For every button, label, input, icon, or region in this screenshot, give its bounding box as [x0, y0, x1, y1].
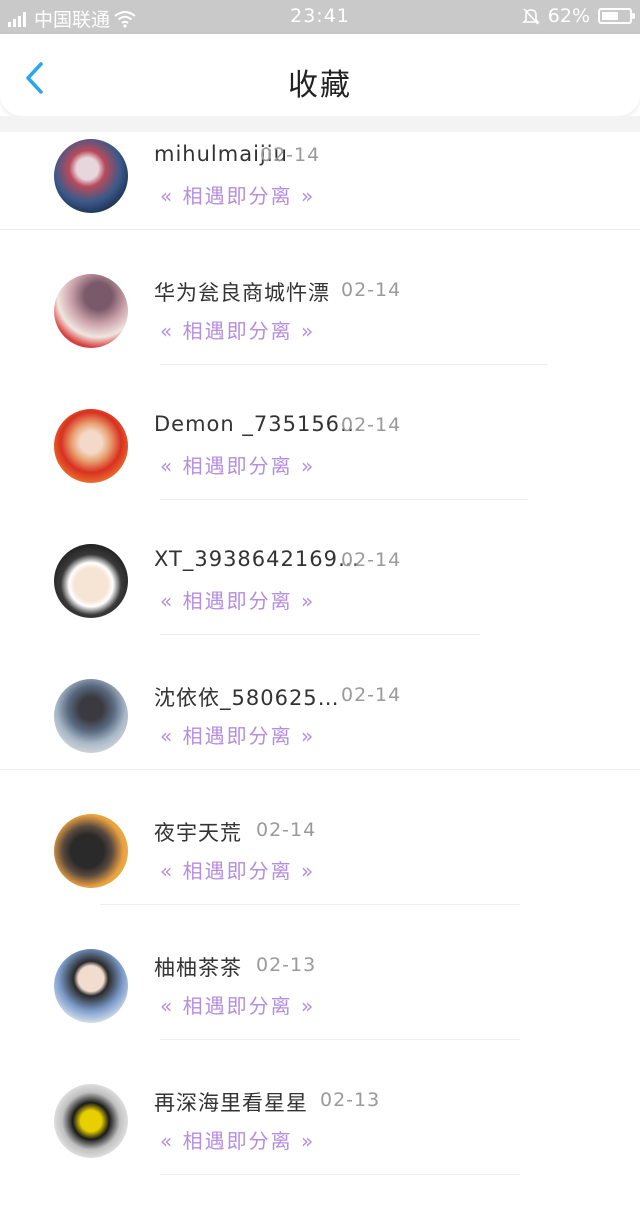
item-subtitle: « 相遇即分离 »: [160, 454, 316, 478]
item-date: 02-13: [320, 1089, 381, 1111]
favorite-list-item[interactable]: mihulmaijiu 02-14 « 相遇即分离 »: [0, 132, 640, 267]
user-name: 柚柚茶茶: [154, 956, 242, 980]
avatar[interactable]: [54, 544, 128, 618]
item-date: 02-14: [341, 279, 402, 301]
favorite-list-item[interactable]: 华为瓮良商城忤漂 02-14 « 相遇即分离 »: [0, 267, 640, 402]
favorite-list-item[interactable]: 再深海里看星星 02-13 « 相遇即分离 »: [0, 1077, 640, 1212]
item-subtitle: « 相遇即分离 »: [160, 994, 316, 1018]
avatar[interactable]: [54, 679, 128, 753]
item-date: 02-14: [341, 549, 402, 571]
battery-icon: [598, 8, 635, 24]
item-date: 02-14: [341, 684, 402, 706]
avatar[interactable]: [54, 814, 128, 888]
row-divider: [160, 364, 548, 365]
row-divider: [160, 499, 528, 500]
user-name: 华为瓮良商城忤漂: [154, 281, 330, 305]
mute-bell-icon: [521, 8, 540, 25]
item-subtitle: « 相遇即分离 »: [160, 589, 316, 613]
avatar[interactable]: [54, 1084, 128, 1158]
avatar[interactable]: [54, 409, 128, 483]
header-gap: [0, 116, 640, 132]
row-divider: [0, 229, 640, 230]
item-date: 02-14: [260, 144, 321, 166]
item-date: 02-13: [256, 954, 317, 976]
favorite-list-item[interactable]: Demon _735156… 02-14 « 相遇即分离 »: [0, 402, 640, 537]
favorite-list-item[interactable]: 夜宇天荒 02-14 « 相遇即分离 »: [0, 807, 640, 942]
favorite-list-item[interactable]: XT_3938642169… 02-14 « 相遇即分离 »: [0, 537, 640, 672]
favorite-list-item[interactable]: 沈依依_580625… 02-14 « 相遇即分离 »: [0, 672, 640, 807]
user-name: 夜宇天荒: [154, 821, 242, 845]
avatar[interactable]: [54, 274, 128, 348]
row-divider: [160, 1039, 520, 1040]
status-bar: 中国联通 23:41 62%: [0, 0, 640, 34]
row-divider: [160, 1174, 520, 1175]
avatar[interactable]: [54, 949, 128, 1023]
item-subtitle: « 相遇即分离 »: [160, 319, 316, 343]
item-subtitle: « 相遇即分离 »: [160, 859, 316, 883]
item-subtitle: « 相遇即分离 »: [160, 724, 316, 748]
battery-percent: 62%: [547, 5, 590, 27]
row-divider: [160, 634, 480, 635]
item-subtitle: « 相遇即分离 »: [160, 1129, 316, 1153]
page-title: 收藏: [288, 68, 352, 103]
item-date: 02-14: [256, 819, 317, 841]
row-divider: [100, 904, 520, 905]
header-bar: 收藏: [0, 34, 640, 116]
item-subtitle: « 相遇即分离 »: [160, 184, 316, 208]
favorites-list: mihulmaijiu 02-14 « 相遇即分离 » 华为瓮良商城忤漂 02-14 « …: [0, 132, 640, 1212]
favorite-list-item[interactable]: 柚柚茶茶 02-13 « 相遇即分离 »: [0, 942, 640, 1077]
item-date: 02-14: [341, 414, 402, 436]
user-name: XT_3938642169…: [154, 547, 360, 571]
status-right: 62%: [521, 5, 635, 27]
user-name: 沈依依_580625…: [154, 686, 340, 710]
row-divider: [0, 769, 640, 770]
avatar[interactable]: [54, 139, 128, 213]
user-name: 再深海里看星星: [154, 1091, 308, 1115]
user-name: Demon _735156…: [154, 412, 363, 436]
